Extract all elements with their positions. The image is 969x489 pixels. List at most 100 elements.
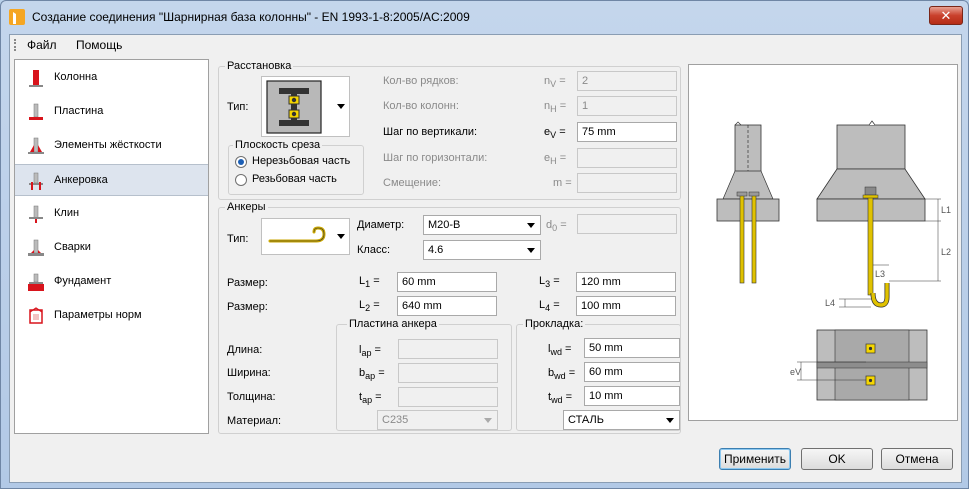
chevron-down-icon (527, 248, 535, 253)
offset-label: Смещение: (383, 177, 442, 189)
eq-sign: = (373, 275, 380, 287)
sidebar-item-anchorage[interactable]: Анкеровка (15, 164, 208, 196)
eq-sign: = (559, 152, 567, 164)
diameter-select[interactable]: M20-B (423, 215, 541, 235)
bap-sub: ap (365, 371, 376, 382)
class-select[interactable]: 4.6 (423, 240, 541, 260)
lwd-field[interactable]: 50 mm (584, 338, 680, 358)
l2-symbol: L2 = (359, 299, 380, 313)
bap-symbol: bap = (359, 367, 385, 381)
cols-sub: H (550, 104, 557, 115)
l1-field[interactable]: 60 mm (397, 272, 497, 292)
sidebar-item-label: Анкеровка (54, 174, 108, 186)
cols-field[interactable]: 1 (577, 96, 677, 116)
eq-sign: = (553, 275, 560, 287)
settings-panel: Расстановка Тип: Плоскость среза Нерезьб… (216, 59, 681, 434)
group-title: Прокладка: (523, 318, 586, 330)
l3-dim-label: L3 (875, 269, 885, 279)
menu-help[interactable]: Помощь (76, 38, 122, 52)
class-value: 4.6 (428, 244, 444, 256)
eq-sign: = (565, 177, 572, 189)
dialog-window: Создание соединения "Шарнирная база коло… (0, 0, 969, 489)
radio-unthreaded[interactable] (235, 156, 247, 168)
washer-material-select[interactable]: СТАЛЬ (563, 410, 680, 430)
bwd-field[interactable]: 60 mm (584, 362, 680, 382)
title-bar: Создание соединения "Шарнирная база коло… (1, 1, 968, 34)
sidebar-item-stiffeners[interactable]: Элементы жёсткости (15, 130, 208, 162)
menu-file[interactable]: Файл (27, 38, 57, 52)
l4-symbol: L4 = (539, 299, 560, 313)
hook-anchor-icon (268, 226, 326, 243)
diameter-label: Диаметр: (357, 219, 405, 231)
l2-field[interactable]: 640 mm (397, 296, 497, 316)
group-title: Расстановка (225, 60, 294, 72)
thickness-label: Толщина: (227, 391, 276, 403)
twd-field[interactable]: 10 mm (584, 386, 680, 406)
hstep-sub: H (550, 156, 557, 167)
layout-type-selector[interactable] (261, 76, 350, 137)
sidebar-item-code-params[interactable]: Параметры норм (15, 300, 208, 332)
l4-dim-label: L4 (825, 298, 835, 308)
sidebar-item-foundation[interactable]: Фундамент (15, 266, 208, 298)
lwd-symbol: lwd = (548, 343, 571, 357)
anchor-pattern-icon (266, 80, 322, 134)
ok-button[interactable]: OK (801, 448, 873, 470)
chevron-down-icon (337, 104, 345, 109)
lap-sub: ap (361, 348, 372, 359)
window-title: Создание соединения "Шарнирная база коло… (32, 10, 470, 24)
sidebar-item-wedge[interactable]: Клин (15, 198, 208, 230)
cancel-button[interactable]: Отмена (881, 448, 953, 470)
apply-button[interactable]: Применить (719, 448, 791, 470)
group-title: Анкеры (225, 201, 268, 213)
washer-group: Прокладка: lwd = 50 mm bwd = 60 mm twd =… (516, 318, 681, 431)
eq-sign: = (568, 367, 576, 379)
sidebar-item-plate[interactable]: Пластина (15, 96, 208, 128)
eq-sign: = (559, 75, 566, 87)
size-label-1: Размер: (227, 277, 268, 289)
rows-field[interactable]: 2 (577, 71, 677, 91)
type-label: Тип: (227, 101, 249, 113)
offset-symbol: m = (553, 177, 572, 189)
l2-sub: 2 (365, 303, 371, 314)
eq-sign: = (559, 126, 566, 138)
plate-icon (29, 103, 43, 120)
sidebar-item-label: Колонна (54, 71, 98, 83)
plate-material-select[interactable]: C235 (377, 410, 498, 430)
offset-field[interactable] (577, 173, 677, 193)
eq-sign: = (378, 367, 385, 379)
anchor-type-selector[interactable] (261, 218, 350, 255)
eq-sign: = (560, 219, 567, 231)
d0-field[interactable] (577, 214, 677, 234)
rows-label: Кол-во рядков: (383, 75, 459, 87)
l3-field[interactable]: 120 mm (576, 272, 676, 292)
lap-field[interactable] (398, 339, 498, 359)
bap-field[interactable] (398, 363, 498, 383)
group-title: Плоскость среза (233, 139, 323, 151)
sidebar-item-label: Элементы жёсткости (54, 139, 162, 151)
l1-dim-label: L1 (941, 205, 951, 215)
size-label-2: Размер: (227, 301, 268, 313)
tap-field[interactable] (398, 387, 498, 407)
close-button[interactable]: ✕ (929, 6, 963, 25)
chevron-down-icon (337, 234, 345, 239)
eq-sign: = (565, 391, 573, 403)
sidebar-item-column[interactable]: Колонна (15, 62, 208, 94)
lap-symbol: lap = (359, 344, 381, 358)
rows-sub: V (550, 79, 557, 90)
anchorage-icon (29, 172, 43, 190)
tap-symbol: tap = (359, 391, 382, 405)
twd-symbol: twd = (548, 391, 572, 405)
vstep-sub: V (550, 130, 557, 141)
connection-drawing: L1 L2 L3 L4 eV (716, 120, 951, 401)
group-title: Пластина анкера (347, 318, 439, 330)
l4-field[interactable]: 100 mm (576, 296, 676, 316)
sidebar-item-welds[interactable]: Сварки (15, 232, 208, 264)
vstep-field[interactable]: 75 mm (577, 122, 677, 142)
radio-threaded[interactable] (235, 174, 247, 186)
sidebar-item-label: Фундамент (54, 275, 112, 287)
class-label: Класс: (357, 244, 390, 256)
menu-grip-icon (14, 39, 16, 51)
hstep-field[interactable] (577, 148, 677, 168)
l1-sub: 1 (365, 279, 371, 290)
diameter-value: M20-B (428, 219, 461, 231)
